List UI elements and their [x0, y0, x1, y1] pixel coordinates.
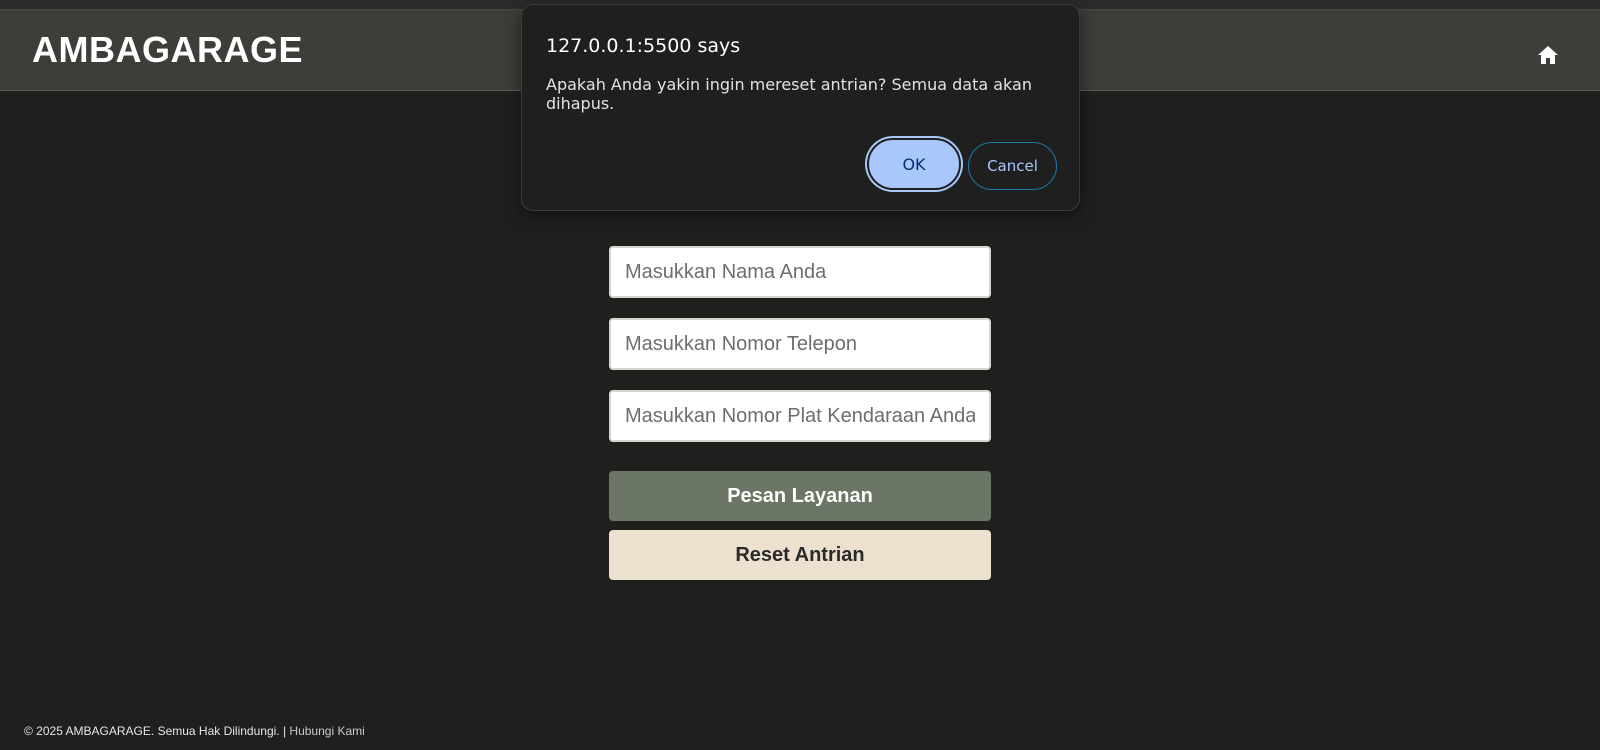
home-icon [1538, 46, 1558, 64]
brand-logo-text[interactable]: AMBAGARAGE [32, 29, 303, 71]
dialog-ok-button[interactable]: OK [867, 138, 961, 190]
dialog-title: 127.0.0.1:5500 says [546, 35, 741, 57]
order-service-button[interactable]: Pesan Layanan [609, 471, 991, 521]
reset-queue-button[interactable]: Reset Antrian [609, 530, 991, 580]
contact-link[interactable]: Hubungi Kami [289, 724, 364, 738]
plate-number-input[interactable] [609, 390, 991, 442]
phone-input[interactable] [609, 318, 991, 370]
footer-copyright: © 2025 AMBAGARAGE. Semua Hak Dilindungi.… [24, 724, 290, 738]
confirm-dialog: 127.0.0.1:5500 says Apakah Anda yakin in… [521, 4, 1080, 211]
name-input[interactable] [609, 246, 991, 298]
site-footer: © 2025 AMBAGARAGE. Semua Hak Dilindungi.… [24, 724, 365, 738]
home-button[interactable] [1536, 43, 1566, 73]
dialog-cancel-button[interactable]: Cancel [968, 142, 1057, 190]
dialog-message: Apakah Anda yakin ingin mereset antrian?… [546, 75, 1032, 113]
